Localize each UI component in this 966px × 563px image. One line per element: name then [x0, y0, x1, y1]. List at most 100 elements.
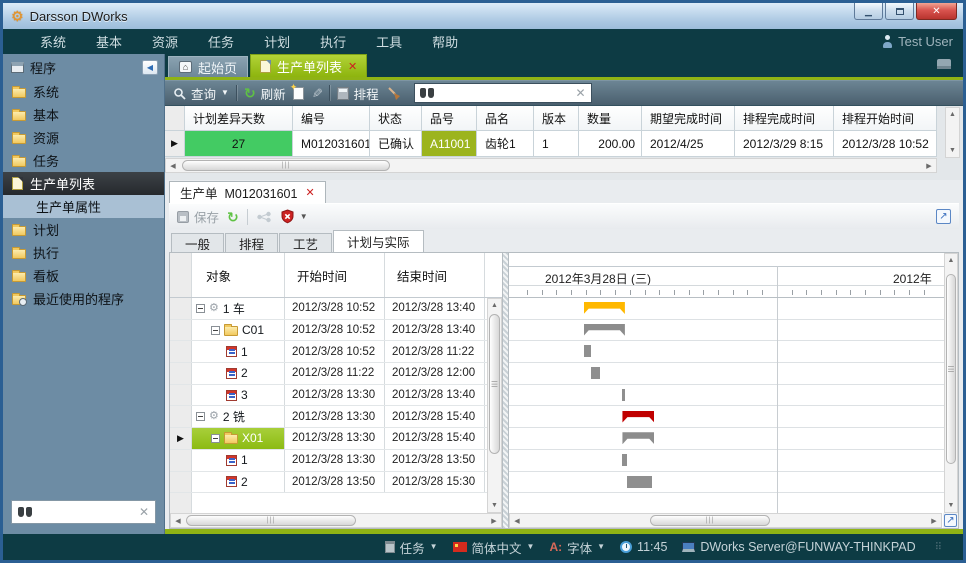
- tree-row[interactable]: 12012/3/28 10:522012/3/28 11:22: [170, 341, 487, 363]
- sidebar-item[interactable]: 系统: [3, 80, 164, 103]
- grid-cell[interactable]: 27: [185, 131, 293, 157]
- splitter-handle[interactable]: [502, 253, 509, 528]
- grid-header-cell[interactable]: 编号: [293, 106, 370, 131]
- tree-object-cell[interactable]: 2: [192, 363, 285, 384]
- sidebar-item[interactable]: 基本: [3, 103, 164, 126]
- close-tab-icon[interactable]: ✕: [348, 60, 357, 73]
- grid-cell[interactable]: M012031601: [293, 131, 370, 157]
- grid-h-scrollbar[interactable]: ◀ ||| ▶: [165, 158, 937, 173]
- titlebar[interactable]: ⚙ Darsson DWorks ▁ ✕: [3, 3, 963, 29]
- grid-header-cell[interactable]: 计划差异天数: [185, 106, 293, 131]
- tree-row[interactable]: 12012/3/28 13:302012/3/28 13:50: [170, 450, 487, 472]
- gantt-task-bar[interactable]: [591, 367, 600, 379]
- user-indicator[interactable]: Test User: [882, 34, 953, 49]
- toolbar-search-box[interactable]: ✕: [414, 83, 592, 103]
- sidebar-item[interactable]: 生产单列表: [3, 172, 164, 195]
- tree-expander-icon[interactable]: [211, 326, 220, 335]
- sidebar-item[interactable]: 生产单属性: [3, 195, 164, 218]
- scroll-left-icon[interactable]: ◀: [171, 514, 185, 527]
- document-tab[interactable]: 生产单 M012031601 ✕: [169, 181, 326, 203]
- tree-header-cell[interactable]: 开始时间: [285, 253, 385, 297]
- pin-panel-icon[interactable]: [937, 59, 951, 69]
- sidebar-item[interactable]: 资源: [3, 126, 164, 149]
- new-button[interactable]: [293, 87, 304, 100]
- grid-v-scrollbar[interactable]: ▲ ▼: [945, 107, 960, 158]
- tree-v-scrollbar[interactable]: ▲ ☰ ▼: [487, 298, 502, 513]
- menu-item[interactable]: 系统: [25, 32, 81, 51]
- gantt-task-bar[interactable]: [622, 389, 625, 401]
- grid-cell[interactable]: A11001: [422, 131, 477, 157]
- menu-item[interactable]: 执行: [305, 32, 361, 51]
- menu-item[interactable]: 帮助: [417, 32, 473, 51]
- tree-row[interactable]: ⚙1 车2012/3/28 10:522012/3/28 13:40: [170, 298, 487, 320]
- scroll-down-icon[interactable]: ▼: [945, 499, 957, 512]
- close-document-icon[interactable]: ✕: [305, 186, 314, 199]
- grid-header-cell[interactable]: 排程开始时间: [834, 106, 937, 131]
- grid-cell[interactable]: 已确认: [370, 131, 422, 157]
- gantt-h-scrollbar[interactable]: ◀ ||| ▶: [509, 513, 942, 528]
- resize-grip[interactable]: ⠿: [935, 542, 943, 553]
- scroll-thumb[interactable]: ☰: [489, 314, 500, 454]
- grid-cell[interactable]: 1: [534, 131, 579, 157]
- tree-object-cell[interactable]: 2: [192, 472, 285, 493]
- subtab-item[interactable]: 工艺: [279, 233, 332, 252]
- sidebar-item[interactable]: 执行: [3, 241, 164, 264]
- tree-row[interactable]: X012012/3/28 13:302012/3/28 15:40: [170, 428, 487, 450]
- subtab-active[interactable]: 计划与实际: [333, 230, 424, 252]
- grid-data-row[interactable]: ▶27M012031601已确认A11001齿轮11200.002012/4/2…: [165, 131, 937, 157]
- gantt-v-scrollbar[interactable]: ▲ ☰ ▼: [944, 253, 958, 513]
- tree-expander-icon[interactable]: [211, 434, 220, 443]
- tree-expander-icon[interactable]: [196, 304, 205, 313]
- tree-row[interactable]: 22012/3/28 13:502012/3/28 15:30: [170, 472, 487, 494]
- menu-item[interactable]: 计划: [249, 32, 305, 51]
- subtab-item[interactable]: 一般: [171, 233, 224, 252]
- menu-item[interactable]: 任务: [193, 32, 249, 51]
- tab-production-order-list[interactable]: 生产单列表 ✕: [250, 54, 367, 77]
- status-language-menu[interactable]: 简体中文 ▼: [453, 538, 535, 557]
- tree-object-cell[interactable]: ⚙2 铣: [192, 406, 285, 427]
- sidebar-item[interactable]: 看板: [3, 264, 164, 287]
- scroll-down-icon[interactable]: ▼: [946, 144, 959, 157]
- scroll-right-icon[interactable]: ▶: [487, 514, 501, 527]
- tree-object-cell[interactable]: 1: [192, 341, 285, 362]
- status-task-menu[interactable]: 任务 ▼: [385, 538, 438, 557]
- status-font-menu[interactable]: A: 字体 ▼: [549, 538, 605, 557]
- grid-header-cell[interactable]: 期望完成时间: [642, 106, 735, 131]
- menu-item[interactable]: 工具: [361, 32, 417, 51]
- gantt-expand-corner[interactable]: ↗: [943, 513, 958, 528]
- menu-item[interactable]: 基本: [81, 32, 137, 51]
- scroll-up-icon[interactable]: ▲: [945, 254, 957, 267]
- tab-home[interactable]: ⌂ 起始页: [168, 56, 248, 77]
- grid-header-cell[interactable]: 品号: [422, 106, 477, 131]
- minimize-button[interactable]: ▁: [854, 3, 883, 20]
- grid-cell[interactable]: 齿轮1: [477, 131, 534, 157]
- grid-header-cell[interactable]: 数量: [579, 106, 642, 131]
- scroll-down-icon[interactable]: ▼: [488, 499, 501, 512]
- scroll-up-icon[interactable]: ▲: [946, 108, 959, 121]
- scroll-up-icon[interactable]: ▲: [488, 299, 501, 312]
- grid-header-cell[interactable]: 状态: [370, 106, 422, 131]
- open-in-window-icon[interactable]: ↗: [944, 514, 957, 527]
- scroll-right-icon[interactable]: ▶: [922, 159, 936, 172]
- scroll-thumb[interactable]: ☰: [946, 274, 956, 464]
- save-button[interactable]: 保存: [177, 207, 219, 226]
- tree-object-cell[interactable]: 1: [192, 450, 285, 471]
- tree-row[interactable]: 22012/3/28 11:222012/3/28 12:00: [170, 363, 487, 385]
- open-in-window-icon[interactable]: ↗: [936, 209, 951, 224]
- scroll-left-icon[interactable]: ◀: [166, 159, 180, 172]
- tree-h-scrollbar[interactable]: ◀ ||| ▶: [170, 513, 502, 528]
- sidebar-search-box[interactable]: ✕: [11, 500, 156, 524]
- tree-object-cell[interactable]: X01: [192, 428, 285, 449]
- close-button[interactable]: ✕: [916, 3, 957, 20]
- scroll-right-icon[interactable]: ▶: [927, 514, 941, 527]
- refresh-icon[interactable]: ↻: [227, 210, 239, 224]
- tree-object-cell[interactable]: C01: [192, 320, 285, 341]
- tree-object-cell[interactable]: 3: [192, 385, 285, 406]
- grid-header-cell[interactable]: 排程完成时间: [735, 106, 834, 131]
- refresh-button[interactable]: ↻ 刷新: [244, 84, 286, 103]
- grid-cell[interactable]: 2012/4/25: [642, 131, 735, 157]
- sidebar-item[interactable]: 计划: [3, 218, 164, 241]
- collapse-sidebar-button[interactable]: ◀: [142, 60, 158, 75]
- validate-button[interactable]: ▼: [280, 209, 308, 224]
- scroll-thumb[interactable]: |||: [186, 515, 356, 526]
